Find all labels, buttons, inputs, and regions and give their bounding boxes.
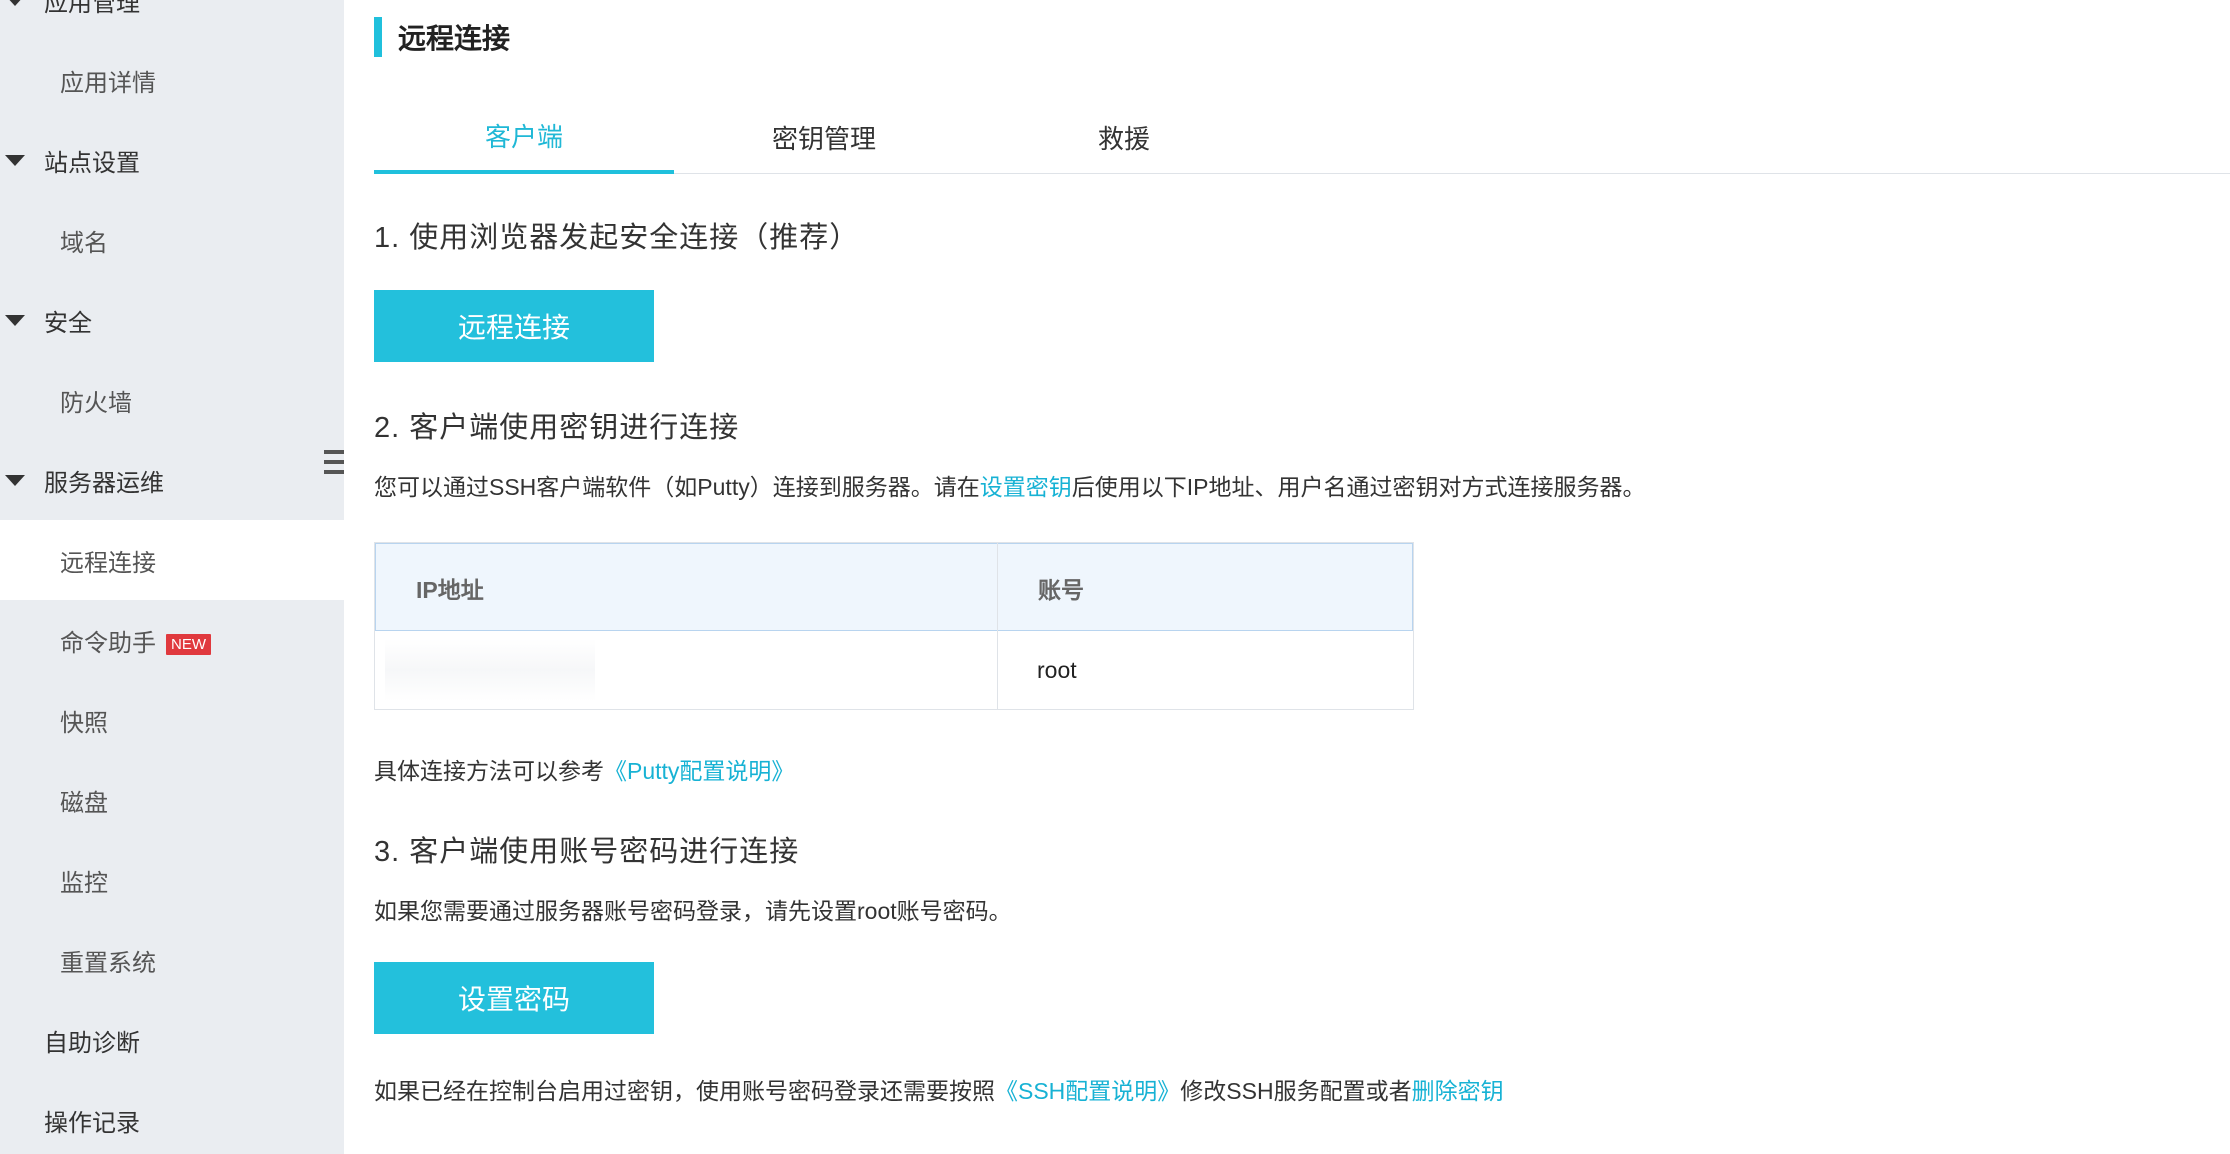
sidebar-item-remote-connection[interactable]: 远程连接 bbox=[0, 520, 344, 600]
sidebar-item-firewall[interactable]: 防火墙 bbox=[0, 360, 344, 440]
sidebar: 应用管理 应用详情 站点设置 域名 安全 防火墙 服务器运维 远程连接 命令助手… bbox=[0, 0, 344, 1154]
tab-rescue[interactable]: 救援 bbox=[974, 100, 1274, 174]
sidebar-item-reset-system[interactable]: 重置系统 bbox=[0, 920, 344, 1000]
caret-down-icon bbox=[5, 314, 25, 326]
tab-key-management[interactable]: 密钥管理 bbox=[674, 100, 974, 174]
set-key-link[interactable]: 设置密钥 bbox=[980, 474, 1072, 500]
remote-connect-button[interactable]: 远程连接 bbox=[374, 290, 654, 362]
sidebar-group-site-settings[interactable]: 站点设置 bbox=[0, 125, 344, 195]
title-accent-bar bbox=[374, 17, 382, 57]
table-header: IP地址 账号 bbox=[375, 543, 1413, 631]
sidebar-item-label: 操作记录 bbox=[44, 1109, 140, 1137]
step3-heading: 3. 客户端使用账号密码进行连接 bbox=[374, 836, 800, 868]
sidebar-item-disk[interactable]: 磁盘 bbox=[0, 760, 344, 840]
sidebar-collapse-toggle[interactable] bbox=[320, 410, 344, 510]
sidebar-item-app-details[interactable]: 应用详情 bbox=[0, 40, 344, 120]
caret-down-icon bbox=[5, 474, 25, 486]
sidebar-group-label: 应用管理 bbox=[44, 0, 140, 17]
sidebar-item-label: 自助诊断 bbox=[44, 1029, 140, 1057]
putty-reference: 具体连接方法可以参考《Putty配置说明》 bbox=[374, 752, 794, 786]
sidebar-group-label: 服务器运维 bbox=[44, 469, 164, 497]
new-badge: NEW bbox=[166, 633, 211, 655]
masked-ip-value bbox=[385, 639, 595, 701]
step3-description: 如果您需要通过服务器账号密码登录，请先设置root账号密码。 bbox=[374, 898, 1012, 924]
sidebar-group-label: 站点设置 bbox=[44, 149, 140, 177]
column-divider bbox=[997, 543, 998, 709]
delete-key-link[interactable]: 删除密钥 bbox=[1412, 1078, 1504, 1104]
step1-heading: 1. 使用浏览器发起安全连接（推荐） bbox=[374, 222, 860, 254]
step3-note-text: 如果已经在控制台启用过密钥，使用账号密码登录还需要按照 bbox=[374, 1078, 995, 1104]
caret-down-icon bbox=[5, 0, 25, 6]
sidebar-item-label: 命令助手 bbox=[60, 629, 156, 657]
main-content: 远程连接 客户端 密钥管理 救援 1. 使用浏览器发起安全连接（推荐） 远程连接… bbox=[344, 0, 2230, 1154]
sidebar-group-security[interactable]: 安全 bbox=[0, 285, 344, 355]
collapse-menu-icon bbox=[324, 450, 344, 474]
sidebar-item-label: 监控 bbox=[60, 869, 108, 897]
step2-desc-text: 您可以通过SSH客户端软件（如Putty）连接到服务器。请在 bbox=[374, 474, 980, 500]
connection-table: IP地址 账号 root bbox=[374, 542, 1414, 710]
page-title-text: 远程连接 bbox=[398, 23, 511, 54]
ssh-config-link[interactable]: 《SSH配置说明》 bbox=[995, 1078, 1180, 1104]
sidebar-group-server-ops[interactable]: 服务器运维 bbox=[0, 445, 344, 515]
step2-desc-text: 后使用以下IP地址、用户名通过密钥对方式连接服务器。 bbox=[1071, 474, 1646, 500]
sidebar-group-app-management[interactable]: 应用管理 bbox=[0, 0, 344, 35]
sidebar-item-operation-log[interactable]: 操作记录 bbox=[0, 1080, 344, 1154]
sidebar-item-label: 应用详情 bbox=[60, 69, 156, 97]
tab-client[interactable]: 客户端 bbox=[374, 100, 674, 174]
sidebar-item-monitoring[interactable]: 监控 bbox=[0, 840, 344, 920]
step3-note-text: 修改SSH服务配置或者 bbox=[1180, 1078, 1412, 1104]
sidebar-item-label: 重置系统 bbox=[60, 949, 156, 977]
set-password-button[interactable]: 设置密码 bbox=[374, 962, 654, 1034]
column-header-account: 账号 bbox=[1038, 577, 1084, 603]
column-header-ip: IP地址 bbox=[416, 577, 484, 603]
table-cell-account: root bbox=[1037, 656, 1077, 683]
sidebar-item-snapshot[interactable]: 快照 bbox=[0, 680, 344, 760]
sidebar-item-self-diagnosis[interactable]: 自助诊断 bbox=[0, 1000, 344, 1080]
sidebar-item-label: 远程连接 bbox=[60, 549, 156, 577]
tab-bar: 客户端 密钥管理 救援 bbox=[374, 100, 2230, 174]
step3-note: 如果已经在控制台启用过密钥，使用账号密码登录还需要按照《SSH配置说明》修改SS… bbox=[374, 1072, 1504, 1106]
putty-reference-text: 具体连接方法可以参考 bbox=[374, 758, 604, 784]
sidebar-group-label: 安全 bbox=[44, 309, 92, 337]
page-title: 远程连接 bbox=[374, 16, 510, 58]
step2-description: 您可以通过SSH客户端软件（如Putty）连接到服务器。请在设置密钥后使用以下I… bbox=[374, 468, 1645, 502]
step2-heading: 2. 客户端使用密钥进行连接 bbox=[374, 412, 740, 444]
putty-config-link[interactable]: 《Putty配置说明》 bbox=[604, 758, 794, 784]
caret-down-icon bbox=[5, 154, 25, 166]
sidebar-item-label: 防火墙 bbox=[60, 389, 132, 417]
sidebar-item-label: 快照 bbox=[60, 709, 108, 737]
sidebar-item-label: 域名 bbox=[60, 229, 108, 257]
sidebar-item-domain[interactable]: 域名 bbox=[0, 200, 344, 280]
sidebar-item-label: 磁盘 bbox=[60, 789, 108, 817]
sidebar-item-command-helper[interactable]: 命令助手 NEW bbox=[0, 600, 344, 680]
sidebar-item-label-wrap: 命令助手 NEW bbox=[60, 623, 211, 658]
